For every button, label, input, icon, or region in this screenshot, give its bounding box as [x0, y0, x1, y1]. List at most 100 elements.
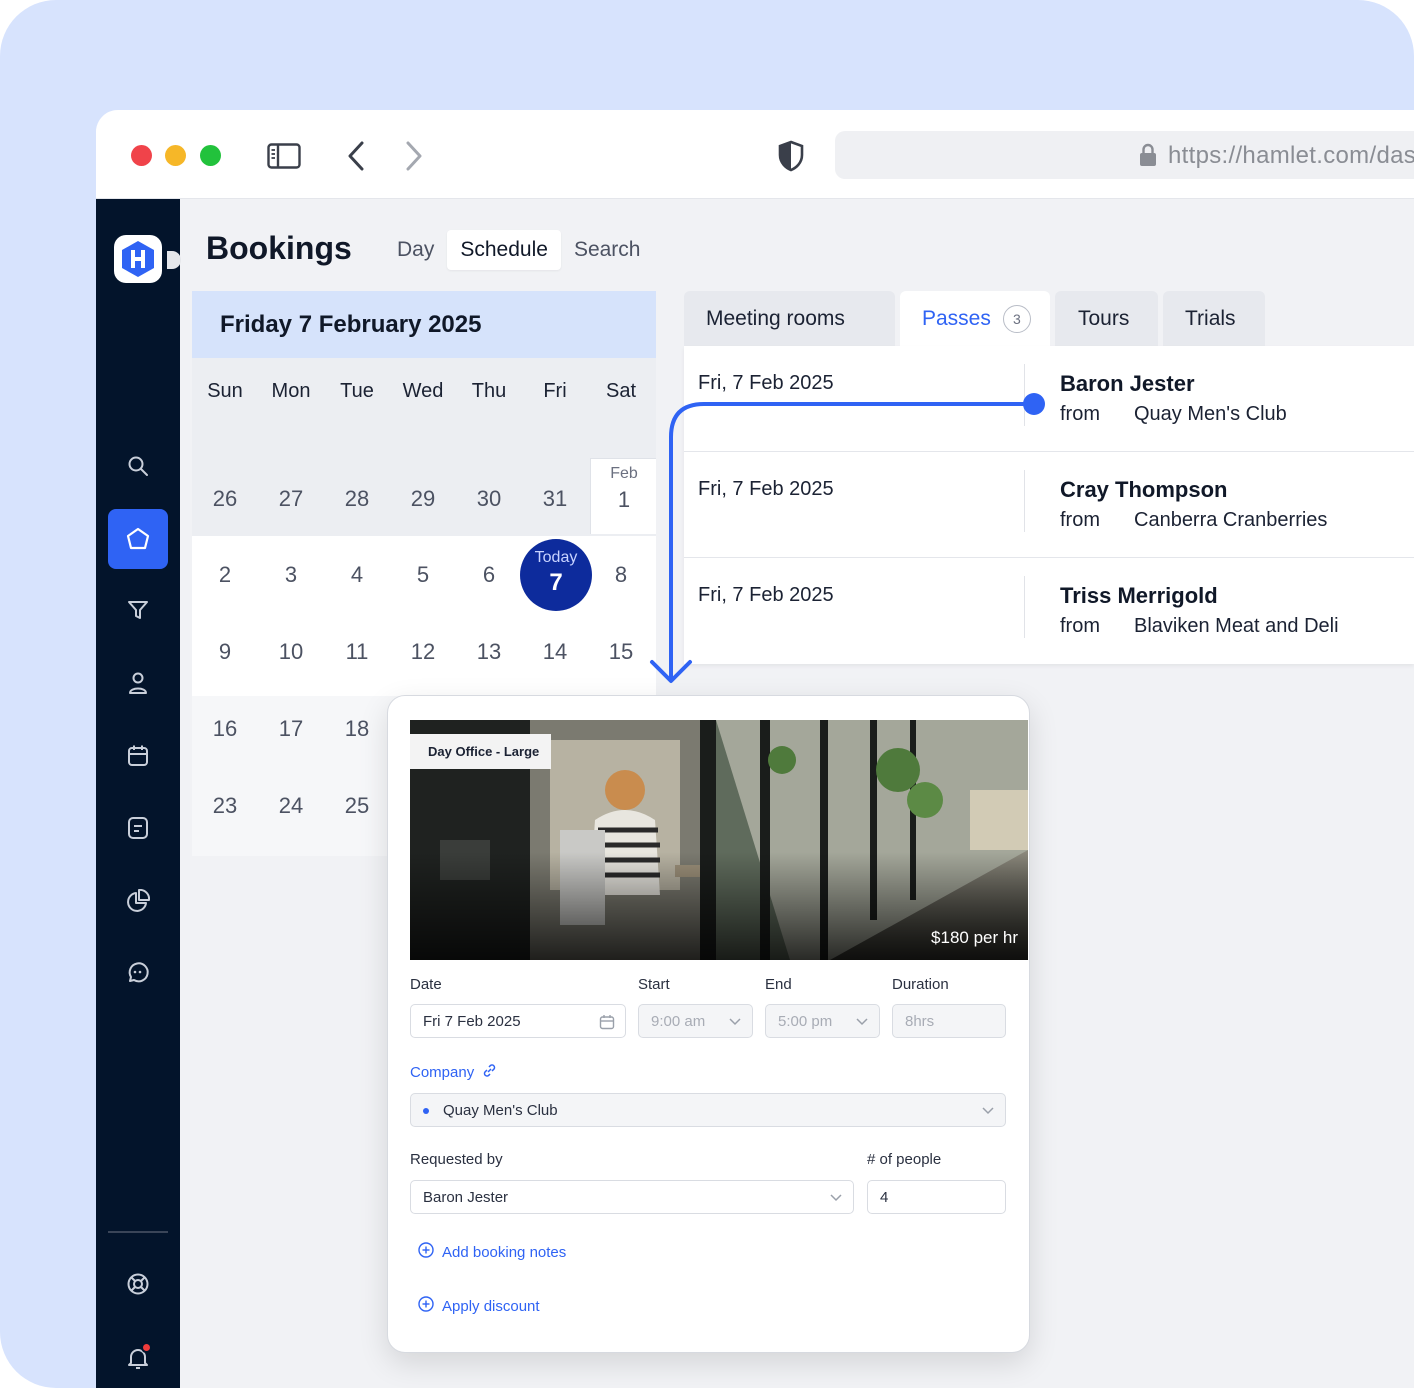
page-title: Bookings	[206, 230, 352, 266]
forward-arrow-icon[interactable]	[396, 138, 432, 174]
days-of-week-row: Sun Mon Tue Wed Thu Fri Sat	[192, 358, 656, 424]
calendar-day[interactable]: 3	[258, 562, 324, 588]
chevron-down-icon	[728, 1014, 742, 1032]
pass-row[interactable]: Fri, 7 Feb 2025 Triss Merrigold from Bla…	[684, 558, 1414, 664]
start-label: Start	[638, 976, 670, 993]
end-time-select[interactable]: 5:00 pm	[765, 1004, 880, 1038]
tab-label: Meeting rooms	[706, 307, 845, 330]
calendar-day[interactable]: 15	[588, 639, 654, 665]
calendar-day[interactable]: 9	[192, 639, 258, 665]
calendar-day-number: 1	[617, 487, 631, 512]
dow-label: Sun	[207, 380, 243, 402]
date-field[interactable]: Fri 7 Feb 2025	[410, 1004, 626, 1038]
calendar-day[interactable]: 25	[324, 793, 390, 819]
calendar-day[interactable]: 2	[192, 562, 258, 588]
duration-label: Duration	[892, 976, 949, 993]
company-select[interactable]: Quay Men's Club	[410, 1093, 1006, 1127]
calendar-day[interactable]: 4	[324, 562, 390, 588]
chevron-down-icon	[829, 1190, 843, 1208]
company-name: Blaviken Meat and Deli	[1134, 615, 1339, 637]
company-dot	[423, 1108, 429, 1114]
tab-meeting-rooms[interactable]: Meeting rooms	[684, 291, 895, 347]
minimize-window-button[interactable]	[165, 145, 186, 166]
today-day[interactable]: Today 7	[520, 539, 592, 611]
passes-list: Fri, 7 Feb 2025 Baron Jester from Quay M…	[684, 346, 1414, 664]
calendar-day[interactable]: 8	[588, 562, 654, 588]
calendar-day[interactable]: 6	[456, 562, 522, 588]
tab-trials[interactable]: Trials	[1163, 291, 1265, 347]
search-icon[interactable]	[114, 442, 162, 490]
tab-schedule[interactable]: Schedule	[447, 230, 561, 270]
calendar-day-feb-1[interactable]: Feb 1	[590, 458, 656, 534]
pass-row[interactable]: Fri, 7 Feb 2025 Cray Thompson from Canbe…	[684, 452, 1414, 558]
view-tabs: Day Schedule Search	[384, 230, 653, 270]
calendar-icon[interactable]	[114, 732, 162, 780]
dow-label: Sat	[605, 380, 637, 402]
from-label: from	[1060, 403, 1100, 425]
dow-label: Wed	[402, 380, 444, 402]
collapse-sidebar-button[interactable]	[167, 251, 181, 269]
close-window-button[interactable]	[131, 145, 152, 166]
people-count-label: # of people	[867, 1151, 942, 1168]
calendar-day[interactable]: 17	[258, 716, 324, 742]
bell-icon[interactable]	[114, 1334, 162, 1382]
tab-passes[interactable]: Passes 3	[900, 291, 1050, 347]
requested-by-value: Baron Jester	[423, 1189, 509, 1206]
home-icon[interactable]	[108, 509, 168, 569]
guest-name: Cray Thompson	[1060, 477, 1228, 502]
pass-row[interactable]: Fri, 7 Feb 2025 Baron Jester from Quay M…	[684, 346, 1414, 452]
maximize-window-button[interactable]	[200, 145, 221, 166]
browser-toolbar: https://hamlet.com/das	[96, 110, 1414, 199]
calendar-day[interactable]: 16	[192, 716, 258, 742]
calendar-day[interactable]: 18	[324, 716, 390, 742]
apply-discount-label: Apply discount	[442, 1297, 540, 1315]
calendar-day[interactable]: 5	[390, 562, 456, 588]
document-icon[interactable]	[114, 804, 162, 852]
calendar-day[interactable]: 10	[258, 639, 324, 665]
calendar-icon	[599, 1014, 615, 1034]
calendar-day[interactable]: 31	[522, 486, 588, 512]
from-label: from	[1060, 615, 1100, 637]
dow-label: Thu	[471, 380, 507, 402]
people-count-input[interactable]: 4	[867, 1180, 1006, 1214]
calendar-day[interactable]: 11	[324, 639, 390, 665]
user-icon[interactable]	[114, 659, 162, 707]
help-icon[interactable]	[114, 1260, 162, 1308]
calendar-day[interactable]: 28	[324, 486, 390, 512]
start-time-select[interactable]: 9:00 am	[638, 1004, 753, 1038]
calendar-day[interactable]: 23	[192, 793, 258, 819]
filter-icon[interactable]	[114, 586, 162, 634]
shield-icon[interactable]	[773, 138, 809, 174]
tab-day[interactable]: Day	[384, 230, 447, 270]
requested-by-select[interactable]: Baron Jester	[410, 1180, 854, 1214]
calendar-day[interactable]: 29	[390, 486, 456, 512]
sidebar-divider	[108, 1231, 168, 1233]
calendar-day[interactable]: 24	[258, 793, 324, 819]
plus-circle-icon	[418, 1242, 434, 1262]
add-booking-notes-button[interactable]: Add booking notes	[418, 1242, 566, 1262]
pass-date: Fri, 7 Feb 2025	[698, 478, 834, 500]
count-badge: 3	[1002, 305, 1031, 333]
apply-discount-button[interactable]: Apply discount	[418, 1296, 540, 1316]
tab-tours[interactable]: Tours	[1055, 291, 1158, 347]
tab-search[interactable]: Search	[561, 230, 654, 270]
hamlet-logo[interactable]	[114, 235, 162, 283]
address-bar[interactable]: https://hamlet.com/das	[835, 131, 1414, 179]
calendar-day[interactable]: 26	[192, 486, 258, 512]
chat-icon[interactable]	[114, 949, 162, 997]
pie-chart-icon[interactable]	[114, 877, 162, 925]
calendar-day[interactable]: 13	[456, 639, 522, 665]
back-arrow-icon[interactable]	[338, 138, 374, 174]
today-number: 7	[549, 569, 563, 596]
room-name-tag: Day Office - Large	[410, 734, 552, 769]
calendar-day[interactable]: 14	[522, 639, 588, 665]
company-name: Quay Men's Club	[1134, 403, 1287, 425]
calendar-day[interactable]: 27	[258, 486, 324, 512]
company-label[interactable]: Company	[410, 1063, 497, 1082]
calendar-day[interactable]: 12	[390, 639, 456, 665]
requested-by-label: Requested by	[410, 1151, 503, 1168]
calendar-day[interactable]: 30	[456, 486, 522, 512]
pass-date: Fri, 7 Feb 2025	[698, 584, 834, 606]
sidebar-toggle-icon[interactable]	[266, 138, 302, 174]
end-time-value: 5:00 pm	[778, 1013, 833, 1030]
